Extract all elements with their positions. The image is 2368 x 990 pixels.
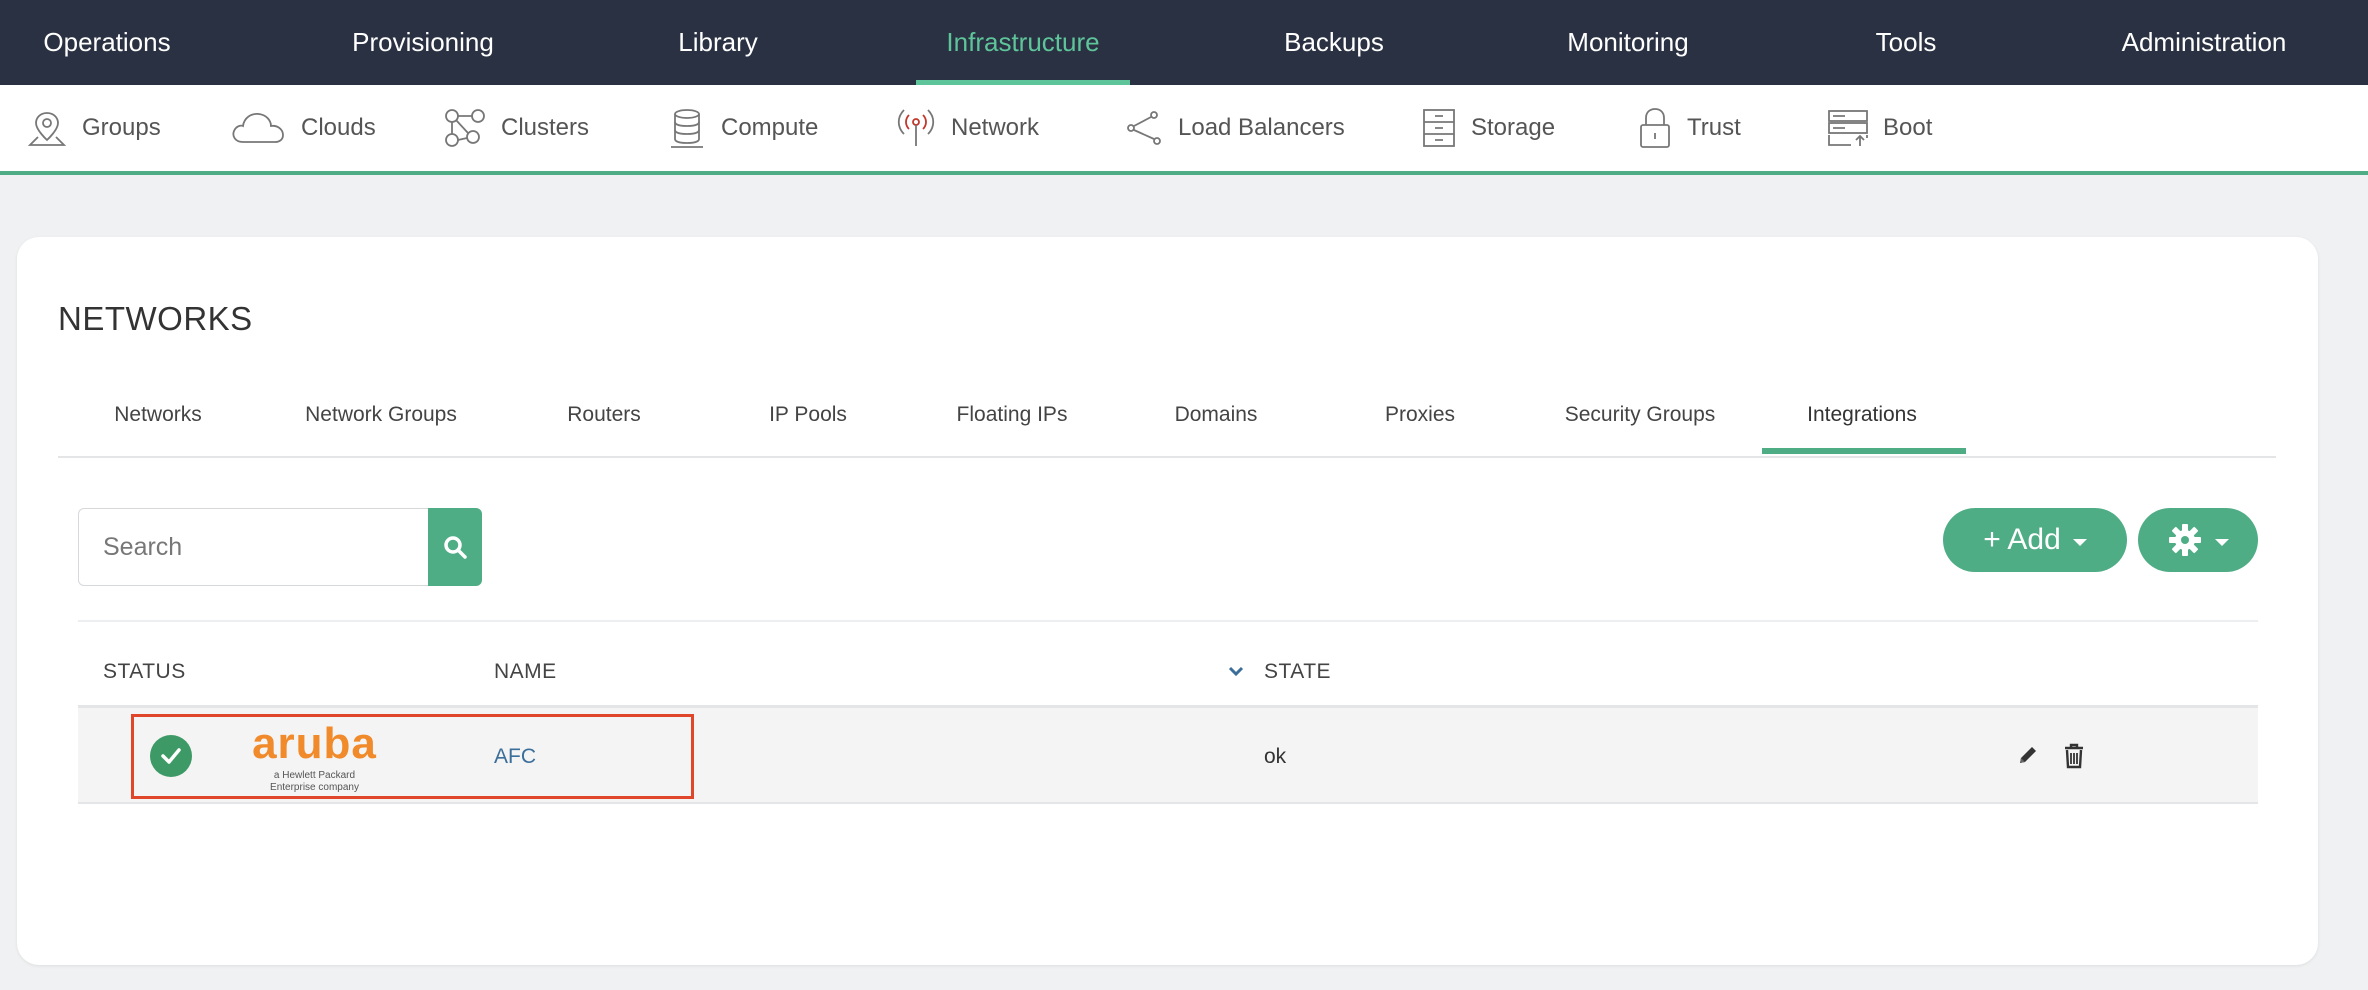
subnav-network-label: Network — [951, 114, 1040, 141]
topnav-operations[interactable]: Operations — [43, 0, 170, 85]
topnav-tools[interactable]: Tools — [1876, 0, 1937, 85]
search-input[interactable] — [78, 508, 428, 586]
sort-chevron-down-icon[interactable] — [1228, 665, 1244, 677]
tab-floating-ips[interactable]: Floating IPs — [957, 392, 1068, 456]
tab-integrations[interactable]: Integrations — [1807, 392, 1917, 456]
topnav-infrastructure[interactable]: Infrastructure — [946, 0, 1099, 85]
subnav-clusters-label: Clusters — [501, 114, 590, 141]
subnav-groups[interactable]: Groups — [26, 85, 161, 171]
subnav-storage[interactable]: Storage — [1421, 85, 1555, 171]
topnav-provisioning[interactable]: Provisioning — [352, 0, 494, 85]
subnav-clouds-label: Clouds — [301, 114, 376, 141]
tab-active-indicator — [1762, 448, 1966, 454]
subnav-boot[interactable]: Boot — [1827, 85, 1932, 171]
integration-state: ok — [1264, 745, 1287, 768]
caret-down-icon — [2072, 538, 2087, 546]
column-header-state[interactable]: STATE — [1264, 660, 1331, 684]
database-icon — [671, 109, 703, 148]
tab-ip-pools[interactable]: IP Pools — [769, 392, 847, 456]
pencil-icon[interactable] — [2016, 743, 2040, 767]
subnav-boot-label: Boot — [1883, 114, 1933, 141]
server-upload-icon — [1828, 110, 1868, 146]
highlight-box — [131, 714, 694, 799]
topnav-administration[interactable]: Administration — [2122, 0, 2287, 85]
subnav-storage-label: Storage — [1471, 114, 1556, 141]
tab-routers[interactable]: Routers — [567, 392, 641, 456]
topnav-monitoring[interactable]: Monitoring — [1567, 0, 1688, 85]
share-nodes-icon — [1127, 111, 1161, 145]
subnav-trust[interactable]: Trust — [1637, 85, 1741, 171]
search-button[interactable] — [428, 508, 482, 586]
subnav-groups-label: Groups — [82, 114, 161, 141]
trash-icon[interactable] — [2063, 743, 2085, 769]
subnav-load-balancers-label: Load Balancers — [1178, 114, 1345, 141]
sub-nav: Groups Clouds Clusters Compute Network L… — [0, 85, 2368, 175]
subnav-trust-label: Trust — [1687, 114, 1741, 141]
search-icon — [444, 536, 467, 559]
tab-security-groups[interactable]: Security Groups — [1565, 392, 1716, 456]
clusters-icon — [445, 109, 485, 147]
subnav-clouds[interactable]: Clouds — [229, 85, 376, 171]
location-pin-icon — [27, 112, 67, 146]
page-title: NETWORKS — [58, 300, 253, 337]
caret-down-icon — [2215, 538, 2229, 546]
add-button[interactable]: + Add — [1943, 508, 2127, 572]
antenna-icon — [897, 109, 935, 146]
topnav-library[interactable]: Library — [678, 0, 757, 85]
lock-icon — [1640, 108, 1670, 148]
add-button-label: + Add — [1983, 523, 2061, 556]
main-card — [17, 237, 2318, 965]
gear-icon — [2169, 524, 2201, 556]
tab-domains[interactable]: Domains — [1175, 392, 1258, 456]
top-nav: Operations Provisioning Library Infrastr… — [0, 0, 2368, 85]
tab-proxies[interactable]: Proxies — [1385, 392, 1455, 456]
topnav-backups[interactable]: Backups — [1284, 0, 1384, 85]
subnav-compute-label: Compute — [721, 114, 819, 141]
cloud-icon — [232, 113, 284, 143]
column-header-name[interactable]: NAME — [494, 660, 557, 684]
storage-cabinet-icon — [1423, 109, 1455, 147]
tab-network-groups[interactable]: Network Groups — [305, 392, 457, 456]
tab-networks[interactable]: Networks — [114, 392, 202, 456]
settings-dropdown-button[interactable] — [2138, 508, 2258, 572]
table-top-divider — [78, 620, 2258, 622]
subnav-compute[interactable]: Compute — [667, 85, 818, 171]
subnav-network[interactable]: Network — [895, 85, 1039, 171]
subnav-load-balancers[interactable]: Load Balancers — [1124, 85, 1345, 171]
column-header-status[interactable]: STATUS — [103, 660, 186, 684]
subnav-clusters[interactable]: Clusters — [443, 85, 589, 171]
